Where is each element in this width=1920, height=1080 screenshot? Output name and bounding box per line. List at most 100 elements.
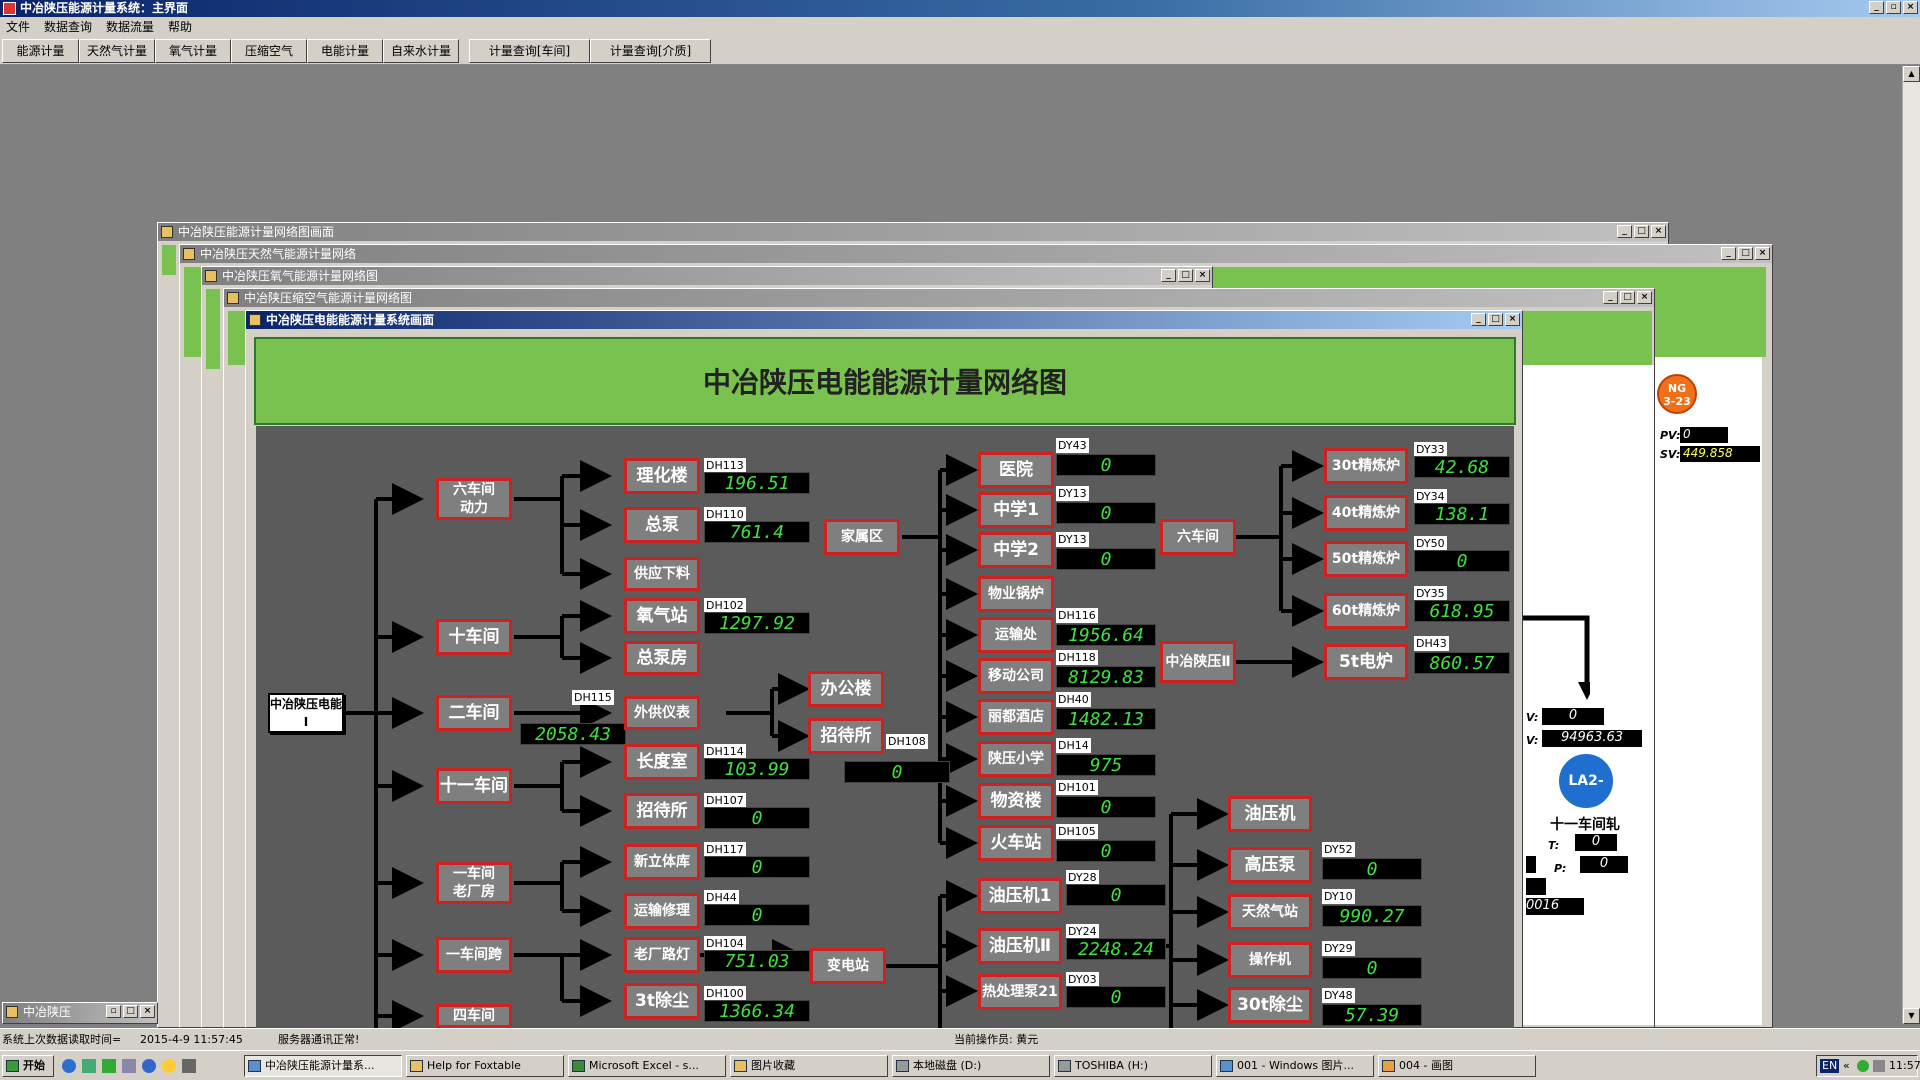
node-hospital[interactable]: 医院 [978,452,1054,488]
node-length-room[interactable]: 长度室 [624,744,700,780]
excel-icon[interactable] [102,1059,116,1073]
node-3t-dust-removal[interactable]: 3t除尘 [624,983,700,1019]
root-node[interactable]: 中冶陕压电能Ⅰ [268,693,344,733]
maximize-button[interactable]: □ [1620,291,1635,304]
task-excel[interactable]: Microsoft Excel - s... [568,1055,726,1077]
ie-icon[interactable] [62,1059,76,1073]
minimize-button[interactable]: _ [1161,269,1176,282]
restore-button[interactable]: ▫ [1886,1,1901,14]
menu-data-query[interactable]: 数据查询 [44,17,92,37]
node-workshop-1-old[interactable]: 一车间 老厂房 [436,862,512,904]
node-property-boiler[interactable]: 物业锅炉 [978,576,1054,612]
language-indicator[interactable]: EN [1820,1059,1840,1073]
tab-query-workshop[interactable]: 计量查询[车间] [469,39,590,63]
browser-icon[interactable] [142,1059,156,1073]
node-physics-chem-building[interactable]: 理化楼 [624,458,700,494]
node-main-pump[interactable]: 总泵 [624,507,700,543]
node-30t-refining[interactable]: 30t精炼炉 [1324,448,1408,484]
node-workshop-1-span[interactable]: 一车间跨 [436,937,512,973]
maximize-button[interactable]: □ [1738,247,1753,260]
desktop-icon[interactable] [182,1059,196,1073]
clock[interactable]: 11:57 [1889,1056,1920,1076]
maximize-button[interactable]: □ [123,1005,138,1018]
close-button[interactable]: × [1505,313,1520,326]
start-button[interactable]: 开始 [2,1055,54,1077]
node-substation[interactable]: 变电站 [810,948,886,984]
node-manipulator[interactable]: 操作机 [1228,942,1312,978]
node-middle-school-1[interactable]: 中学1 [978,492,1054,528]
node-50t-refining[interactable]: 50t精炼炉 [1324,541,1408,577]
node-supply-blanking[interactable]: 供应下料 [624,557,700,591]
node-office-building[interactable]: 办公楼 [808,671,884,707]
node-guesthouse-2[interactable]: 招待所 [624,793,700,829]
task-foxtable-help[interactable]: Help for Foxtable [406,1055,564,1077]
minimize-button[interactable]: _ [1869,1,1884,14]
tab-natural-gas[interactable]: 天然气计量 [79,39,155,63]
menu-help[interactable]: 帮助 [168,17,192,37]
node-heat-treat-pump[interactable]: 热处理泵21 [978,974,1062,1010]
node-oxygen-station[interactable]: 氧气站 [624,598,700,634]
node-oil-press[interactable]: 油压机 [1228,796,1312,832]
node-workshop-6-power[interactable]: 六车间 动力 [436,478,512,520]
task-paint[interactable]: 004 - 画图 [1378,1055,1536,1077]
node-root-2[interactable]: 中冶陕压Ⅱ [1160,641,1236,683]
maximize-button[interactable]: □ [1488,313,1503,326]
media-icon[interactable] [82,1059,96,1073]
ng-badge[interactable]: NG 3-23 [1657,374,1697,414]
tab-energy[interactable]: 能源计量 [2,39,79,63]
node-transport-repair[interactable]: 运输修理 [624,893,700,929]
node-5t-electric-furnace[interactable]: 5t电炉 [1324,644,1408,680]
node-workshop-10[interactable]: 十车间 [436,619,512,655]
node-mobile-company[interactable]: 移动公司 [978,658,1054,694]
node-workshop-4[interactable]: 四车间 [436,1004,512,1028]
tab-compressed-air[interactable]: 压缩空气 [231,39,307,63]
node-high-pressure-pump[interactable]: 高压泵 [1228,847,1312,883]
close-button[interactable]: × [1903,1,1918,14]
maximize-button[interactable]: □ [1634,225,1649,238]
node-main-pump-house[interactable]: 总泵房 [624,641,700,675]
node-transport-dept[interactable]: 运输处 [978,617,1054,653]
task-toshiba-drive[interactable]: TOSHIBA (H:) [1054,1055,1212,1077]
task-local-disk[interactable]: 本地磁盘 (D:) [892,1055,1050,1077]
node-40t-refining[interactable]: 40t精炼炉 [1324,495,1408,531]
tab-electricity[interactable]: 电能计量 [307,39,383,63]
menu-file[interactable]: 文件 [6,17,30,37]
tab-query-medium[interactable]: 计量查询[介质] [590,39,711,63]
close-button[interactable]: × [1195,269,1210,282]
tab-oxygen[interactable]: 氧气计量 [155,39,231,63]
node-workshop-11[interactable]: 十一车间 [436,768,512,804]
close-button[interactable]: × [1651,225,1666,238]
restore-button[interactable]: ▫ [106,1005,121,1018]
tray-chevron-icon[interactable]: « [1843,1056,1850,1076]
task-energy-system[interactable]: 中冶陕压能源计量系... [244,1055,402,1077]
tab-water[interactable]: 自来水计量 [383,39,459,63]
node-30t-dust-removal[interactable]: 30t除尘 [1228,987,1312,1023]
node-middle-school-2[interactable]: 中学2 [978,532,1054,568]
close-button[interactable]: × [140,1005,155,1018]
vertical-scrollbar[interactable]: ▲ ▼ [1902,66,1920,1024]
minimized-window[interactable]: 中冶陕压 ▫ □ × [2,1002,158,1024]
maximize-button[interactable]: □ [1178,269,1193,282]
node-oil-press-2[interactable]: 油压机Ⅱ [978,928,1062,964]
node-workshop-6-right[interactable]: 六车间 [1160,519,1236,555]
close-button[interactable]: × [1637,291,1652,304]
minimize-button[interactable]: _ [1617,225,1632,238]
node-external-instrument[interactable]: 外供仪表 [624,696,700,730]
node-residential-area[interactable]: 家属区 [824,519,900,555]
scroll-down-arrow[interactable]: ▼ [1903,1008,1920,1024]
menu-data-flow[interactable]: 数据流量 [106,17,154,37]
task-pictures[interactable]: 图片收藏 [730,1055,888,1077]
smiley-icon[interactable] [162,1059,176,1073]
node-lidu-hotel[interactable]: 丽都酒店 [978,699,1054,735]
task-image-viewer[interactable]: 001 - Windows 图片... [1216,1055,1374,1077]
la-badge[interactable]: LA2-15 [1557,752,1615,843]
node-60t-refining[interactable]: 60t精炼炉 [1324,593,1408,629]
node-workshop-2[interactable]: 二车间 [436,695,512,731]
volume-icon[interactable] [1873,1060,1885,1072]
minimize-button[interactable]: _ [1471,313,1486,326]
minimize-button[interactable]: _ [1721,247,1736,260]
node-oil-press-1[interactable]: 油压机1 [978,878,1062,914]
node-materials-building[interactable]: 物资楼 [978,783,1054,819]
node-gas-station[interactable]: 天然气站 [1228,894,1312,930]
node-train-station[interactable]: 火车站 [978,825,1054,861]
